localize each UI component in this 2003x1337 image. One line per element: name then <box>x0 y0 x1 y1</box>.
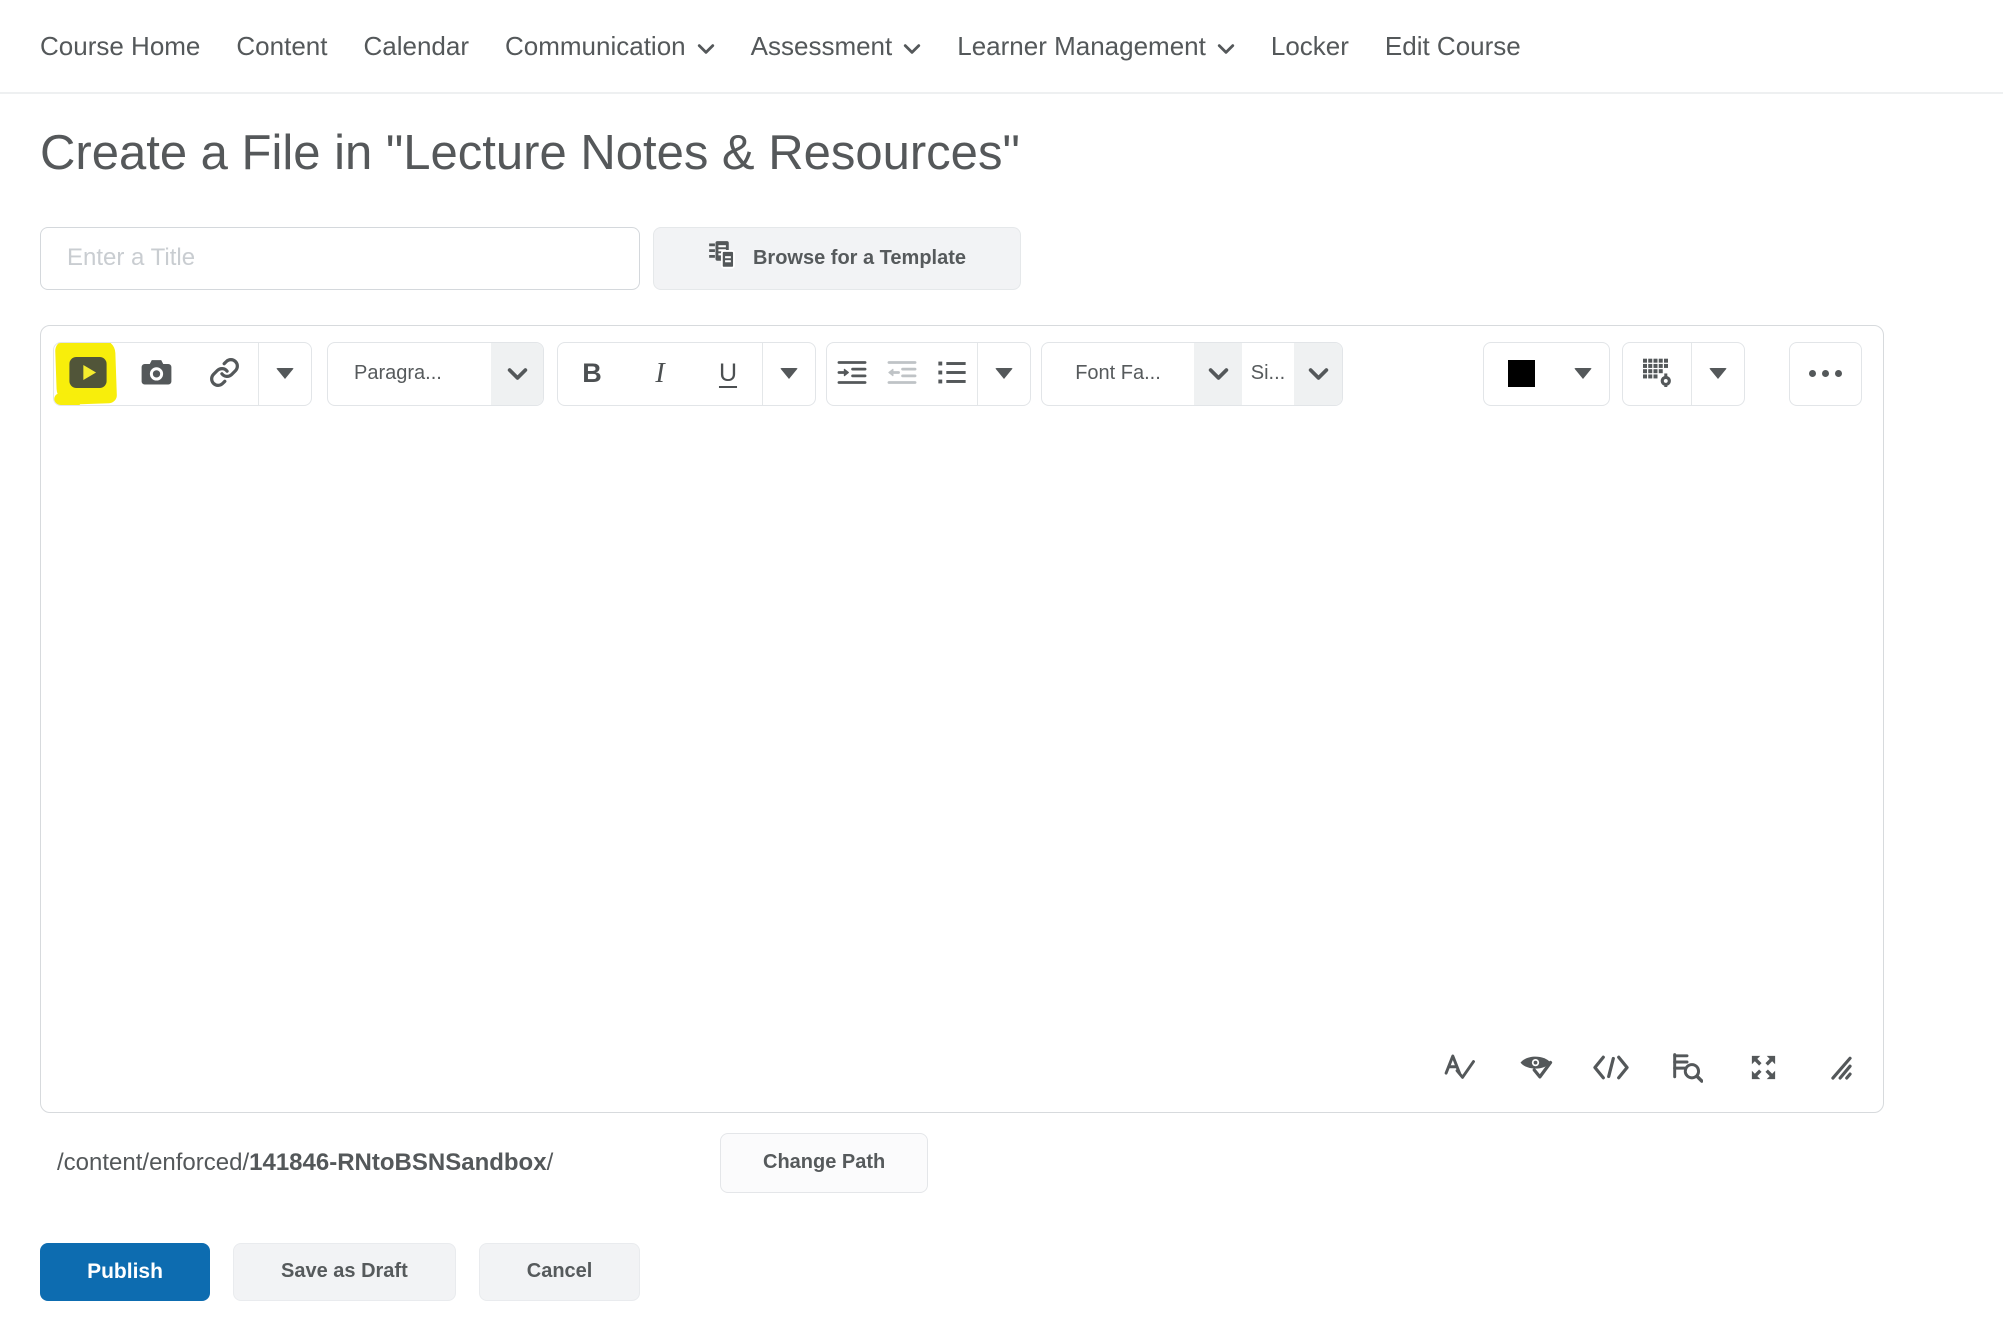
chevron-down-icon[interactable] <box>1294 342 1342 405</box>
dropdown-caret-icon <box>1709 368 1727 380</box>
table-options-dropdown[interactable] <box>1692 343 1744 405</box>
nav-item-label: Calendar <box>363 30 469 61</box>
text-color-picker[interactable] <box>1483 341 1610 406</box>
table-icon <box>1642 358 1673 390</box>
editor-toolbar: Paragra... B I U Font Fa... Si... <box>41 326 1883 406</box>
dropdown-caret-icon <box>780 368 798 380</box>
dropdown-caret-icon <box>276 368 294 380</box>
nav-item-label: Content <box>236 30 328 61</box>
editor-footer <box>1441 1052 1857 1086</box>
title-input[interactable] <box>40 226 640 290</box>
chevron-down-icon[interactable] <box>1194 342 1242 405</box>
accessibility-check-button[interactable] <box>1517 1052 1553 1086</box>
nav-item-assessment[interactable]: Assessment <box>733 31 940 62</box>
save-draft-button[interactable]: Save as Draft <box>233 1242 456 1301</box>
table-group <box>1622 341 1745 406</box>
nav-item-label: Edit Course <box>1384 30 1521 61</box>
italic-button[interactable]: I <box>626 343 694 405</box>
nav-item-label: Course Home <box>40 30 201 61</box>
html-source-button[interactable] <box>1593 1052 1629 1086</box>
toolbar-more-button[interactable] <box>1789 341 1862 406</box>
spellcheck-icon <box>1443 1053 1476 1084</box>
font-family-select[interactable]: Font Fa... <box>1042 343 1194 405</box>
list-options-dropdown[interactable] <box>978 343 1030 405</box>
nav-item-learner-management[interactable]: Learner Management <box>939 31 1253 62</box>
nav-item-label: Locker <box>1270 30 1349 61</box>
dropdown-caret-icon <box>1574 368 1592 380</box>
top-nav: Course Home Content Calendar Communication A… <box>0 0 2003 94</box>
indent-icon <box>837 360 867 388</box>
path-folder: 141846-RNtoBSNSandbox <box>249 1148 547 1176</box>
outdent-icon <box>887 360 917 388</box>
title-row: Browse for a Template <box>40 226 2003 290</box>
nav-item-label: Communication <box>505 30 686 61</box>
nav-item-content[interactable]: Content <box>218 31 345 62</box>
font-size-select[interactable]: Si... <box>1242 343 1294 405</box>
resize-icon <box>1825 1054 1854 1084</box>
insert-group <box>53 341 312 406</box>
bullet-list-button[interactable] <box>927 343 977 405</box>
browse-template-icon <box>708 240 738 276</box>
change-path-button[interactable]: Change Path <box>720 1132 929 1193</box>
publish-button[interactable]: Publish <box>40 1242 210 1301</box>
preview-button[interactable] <box>1669 1052 1705 1086</box>
path-prefix: /content/enforced/ <box>57 1148 250 1176</box>
preview-icon <box>1671 1052 1704 1086</box>
page-title: Create a File in "Lecture Notes & Resour… <box>40 126 1020 180</box>
indent-button[interactable] <box>827 343 877 405</box>
browse-template-button[interactable]: Browse for a Template <box>653 226 1021 290</box>
insert-link-button[interactable] <box>190 343 258 405</box>
insert-video-button[interactable] <box>54 342 122 405</box>
form-actions: Publish Save as Draft Cancel <box>40 1242 2003 1301</box>
camera-icon <box>141 359 172 388</box>
nav-item-course-home[interactable]: Course Home <box>22 31 218 62</box>
dropdown-caret-icon <box>995 368 1013 380</box>
text-color-swatch <box>1508 360 1535 388</box>
nav-item-edit-course[interactable]: Edit Course <box>1367 31 1539 62</box>
chevron-down-icon <box>1217 31 1235 62</box>
outdent-button[interactable] <box>877 343 927 405</box>
paragraph-format-select[interactable]: Paragra... <box>327 341 544 406</box>
nav-item-label: Learner Management <box>957 30 1206 61</box>
paragraph-format-label: Paragra... <box>354 362 442 385</box>
underline-button[interactable]: U <box>694 343 762 405</box>
editor-content[interactable] <box>41 406 1883 1112</box>
nav-item-communication[interactable]: Communication <box>487 31 733 62</box>
bullet-list-icon <box>937 360 967 388</box>
font-group: Font Fa... Si... <box>1041 341 1343 406</box>
insert-image-button[interactable] <box>122 343 190 405</box>
insert-table-button[interactable] <box>1623 343 1691 405</box>
html-editor: Paragra... B I U Font Fa... Si... <box>40 324 1884 1113</box>
more-icon <box>1809 370 1842 378</box>
link-icon <box>209 357 240 391</box>
nav-item-label: Assessment <box>750 30 893 61</box>
browse-template-label: Browse for a Template <box>752 246 967 269</box>
insert-options-dropdown[interactable] <box>259 343 311 405</box>
text-style-group: B I U <box>557 341 816 406</box>
bold-button[interactable]: B <box>558 343 626 405</box>
video-play-icon <box>69 356 107 391</box>
chevron-down-icon <box>697 31 715 62</box>
fullscreen-button[interactable] <box>1745 1052 1781 1086</box>
cancel-button[interactable]: Cancel <box>478 1242 641 1301</box>
list-indent-group <box>826 341 1031 406</box>
spellcheck-button[interactable] <box>1441 1052 1477 1086</box>
nav-item-calendar[interactable]: Calendar <box>345 31 487 62</box>
code-icon <box>1593 1055 1629 1083</box>
chevron-down-icon <box>491 342 543 405</box>
nav-item-locker[interactable]: Locker <box>1253 31 1367 62</box>
eye-check-icon <box>1518 1053 1553 1085</box>
resize-handle[interactable] <box>1821 1052 1857 1086</box>
text-style-dropdown[interactable] <box>763 343 815 405</box>
content-path: /content/enforced/141846-RNtoBSNSandbox/ <box>57 1149 720 1177</box>
chevron-down-icon <box>903 31 921 62</box>
path-row: /content/enforced/141846-RNtoBSNSandbox/… <box>57 1132 2003 1193</box>
fullscreen-icon <box>1748 1052 1779 1086</box>
path-suffix: / <box>546 1148 554 1176</box>
